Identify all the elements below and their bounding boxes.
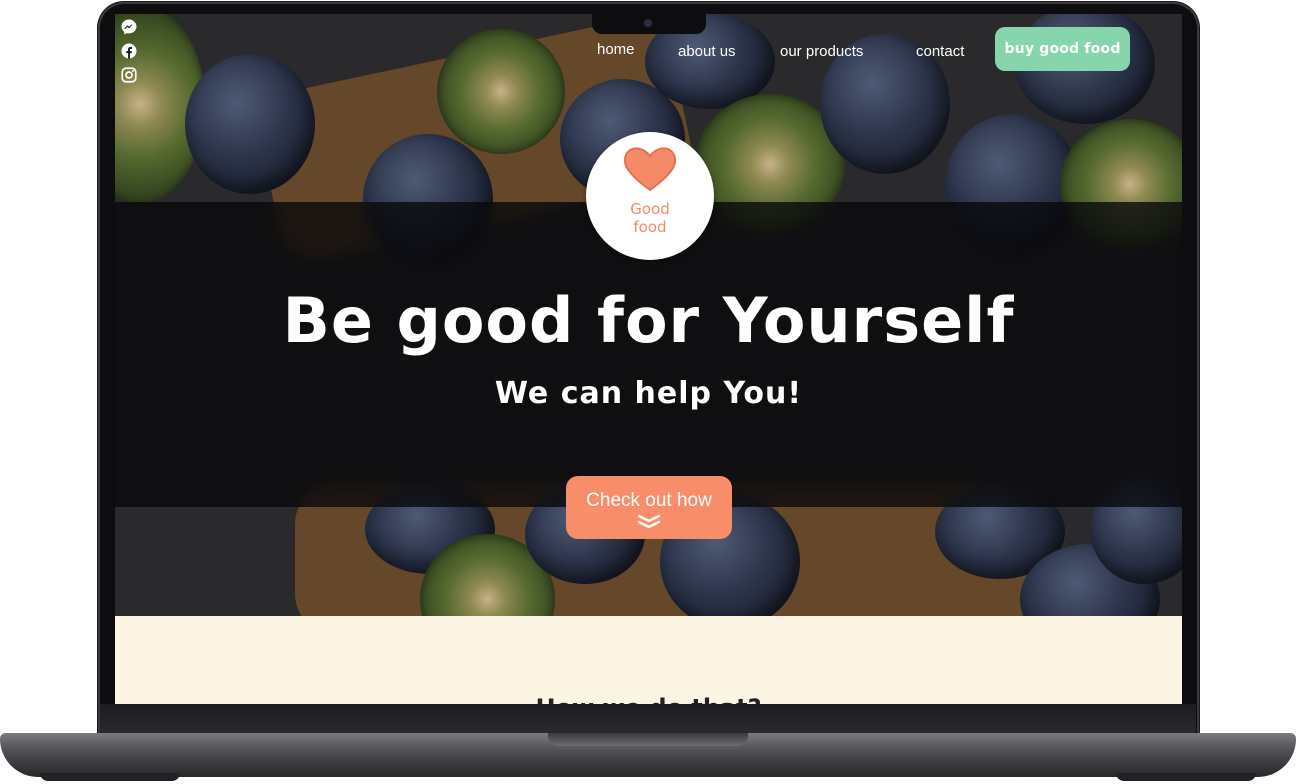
nav-link-products[interactable]: our products bbox=[780, 43, 863, 60]
laptop-foot bbox=[1116, 773, 1256, 781]
laptop-chin bbox=[100, 704, 1196, 734]
nav-link-about[interactable]: about us bbox=[678, 43, 736, 60]
browser-viewport: home about us our products contact buy g… bbox=[115, 14, 1182, 704]
blueberry bbox=[185, 54, 315, 194]
heart-icon bbox=[623, 147, 677, 192]
hero-section: home about us our products contact buy g… bbox=[115, 14, 1182, 616]
kiwi-slice bbox=[437, 29, 565, 154]
facebook-icon[interactable] bbox=[120, 42, 138, 60]
social-links bbox=[120, 18, 138, 84]
laptop-foot bbox=[40, 773, 180, 781]
how-section: How we do that? bbox=[115, 616, 1182, 704]
camera-icon bbox=[644, 19, 652, 27]
instagram-icon[interactable] bbox=[120, 66, 138, 84]
messenger-icon[interactable] bbox=[120, 18, 138, 36]
laptop-opening-notch bbox=[548, 733, 748, 746]
buy-good-food-button[interactable]: buy good food bbox=[995, 27, 1130, 71]
nav-link-home[interactable]: home bbox=[597, 41, 635, 58]
logo-text-line1: Good bbox=[630, 200, 670, 218]
hero-title: Be good for Yourself bbox=[282, 284, 1015, 357]
site-logo[interactable]: Good food bbox=[586, 132, 714, 260]
screen-notch bbox=[592, 14, 706, 34]
how-section-title: How we do that? bbox=[115, 694, 1182, 704]
cta-label: Check out how bbox=[586, 490, 712, 511]
check-out-how-button[interactable]: Check out how bbox=[566, 476, 732, 539]
logo-text-line2: food bbox=[633, 218, 667, 236]
hero-subtitle: We can help You! bbox=[494, 376, 803, 411]
nav-link-contact[interactable]: contact bbox=[916, 43, 964, 60]
double-chevron-down-icon bbox=[637, 514, 661, 528]
